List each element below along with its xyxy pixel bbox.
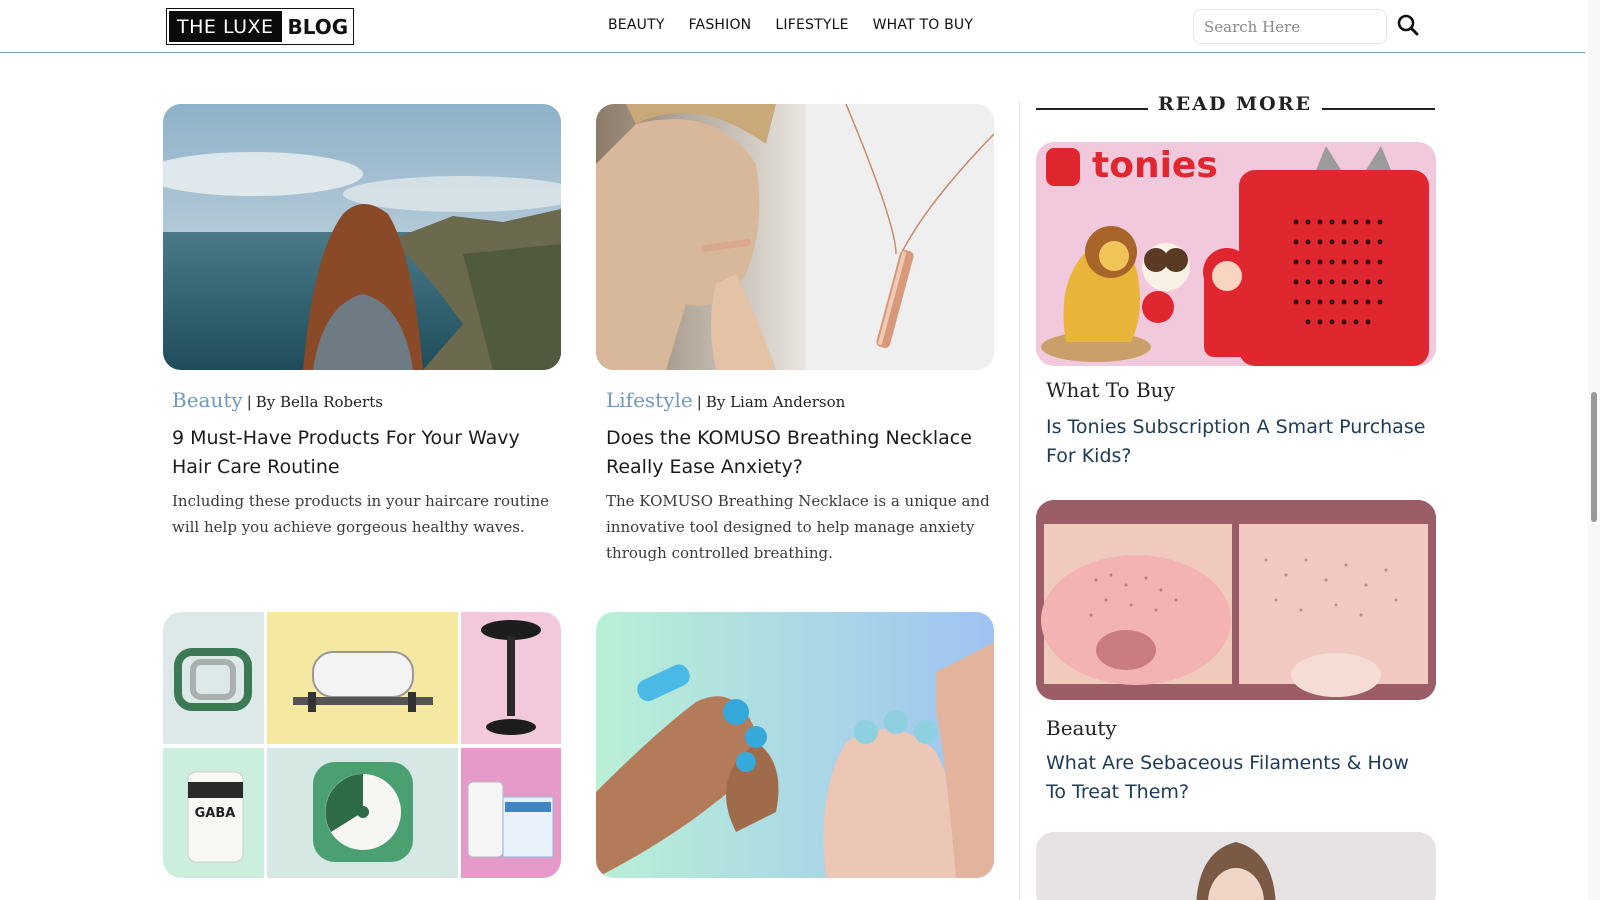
nav-what-to-buy[interactable]: WHAT TO BUY <box>873 17 974 33</box>
author-name: By Bella Roberts <box>255 393 383 411</box>
card-excerpt: Including these products in your haircar… <box>172 492 550 536</box>
nav-lifestyle[interactable]: LIFESTYLE <box>775 17 848 33</box>
logo-text-light: BLOG <box>287 14 349 39</box>
search-icon[interactable] <box>1396 13 1420 37</box>
sidebar-category[interactable]: What To Buy <box>1046 378 1175 402</box>
read-more-rule-left <box>1036 108 1148 110</box>
gaba-label: GABA <box>195 806 236 821</box>
sidebar-divider <box>1019 101 1020 900</box>
meta-separator: | <box>246 393 252 411</box>
sidebar-image-tonies[interactable]: tonies <box>1036 142 1436 366</box>
collage-photo: GABA <box>163 612 561 878</box>
sidebar-title[interactable]: What Are Sebaceous Filaments & How To Tr… <box>1046 749 1431 807</box>
nav-fashion[interactable]: FASHION <box>689 17 752 33</box>
coast-photo <box>163 104 561 370</box>
card-title[interactable]: Does the KOMUSO Breathing Necklace Reall… <box>606 424 996 482</box>
card-image-komuso-necklace[interactable] <box>596 104 994 370</box>
nav-beauty[interactable]: BEAUTY <box>608 17 665 33</box>
meta-separator: | <box>696 393 702 411</box>
category-link[interactable]: Lifestyle <box>606 388 693 412</box>
logo-text-dark: THE LUXE <box>169 11 282 42</box>
scrollbar-thumb[interactable] <box>1591 392 1597 522</box>
sidebar-image-portrait[interactable] <box>1036 832 1436 900</box>
card-meta: Lifestyle | By Liam Anderson <box>606 388 845 412</box>
card-image-wavy-hair[interactable] <box>163 104 561 370</box>
read-more-rule-right <box>1322 108 1435 110</box>
tonies-photo: tonies <box>1036 142 1436 366</box>
sidebar-image-sebaceous[interactable] <box>1036 500 1436 700</box>
toe-separator-photo <box>596 612 994 878</box>
site-header: THE LUXE BLOG BEAUTY FASHION LIFESTYLE W… <box>0 0 1585 53</box>
card-image-product-collage[interactable]: GABA <box>163 612 561 878</box>
necklace-photo <box>596 104 994 370</box>
main-nav: BEAUTY FASHION LIFESTYLE WHAT TO BUY <box>608 17 973 33</box>
card-meta: Beauty | By Bella Roberts <box>172 388 383 412</box>
card-image-toe-separators[interactable] <box>596 612 994 878</box>
search-input[interactable] <box>1193 9 1387 44</box>
sidebar-category[interactable]: Beauty <box>1046 716 1117 740</box>
site-logo[interactable]: THE LUXE BLOG <box>166 8 354 45</box>
tonies-brand-text: tonies <box>1092 145 1218 186</box>
sidebar-title[interactable]: Is Tonies Subscription A Smart Purchase … <box>1046 413 1431 471</box>
tonies-logo-icon <box>1046 148 1080 186</box>
card-excerpt: The KOMUSO Breathing Necklace is a uniqu… <box>606 492 990 562</box>
category-link[interactable]: Beauty <box>172 388 243 412</box>
read-more-heading: READ MORE <box>1158 93 1312 115</box>
author-name: By Liam Anderson <box>705 393 846 411</box>
portrait-photo <box>1036 832 1436 900</box>
card-title[interactable]: 9 Must-Have Products For Your Wavy Hair … <box>172 424 552 482</box>
nose-closeup-photo <box>1036 500 1436 700</box>
